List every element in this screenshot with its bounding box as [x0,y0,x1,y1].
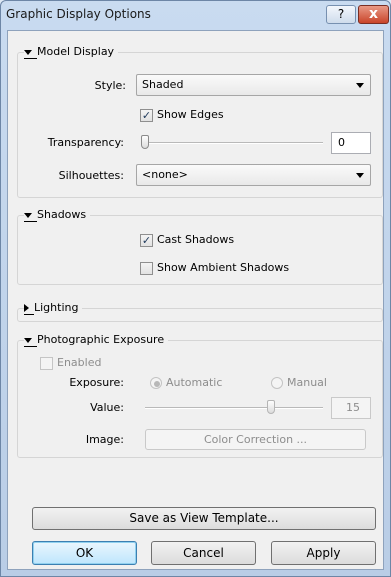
model-display-header[interactable]: Model Display [24,45,119,59]
close-button[interactable]: x [358,5,389,24]
ambient-shadows-label: Show Ambient Shadows [157,261,290,274]
apply-button[interactable]: Apply [271,541,376,565]
ok-button[interactable]: OK [32,541,137,565]
cast-shadows-checkbox[interactable]: ✓ [140,234,153,247]
enabled-checkbox[interactable] [40,357,53,370]
checkmark-icon: ✓ [141,109,152,122]
photographic-exposure-title: Photographic Exposure [37,333,165,346]
close-icon: x [368,6,379,22]
automatic-label: Automatic [166,376,223,389]
chevron-down-icon [356,83,364,88]
shadows-title: Shadows [37,208,87,221]
manual-label: Manual [287,376,327,389]
shadows-group [17,215,383,285]
lighting-title: Lighting [34,301,79,314]
transparency-input[interactable]: 0 [331,132,371,154]
value-label: Value: [90,401,124,414]
value-input[interactable]: 15 [331,397,371,419]
radio-selected-icon [154,381,160,387]
value-slider[interactable] [267,400,275,414]
save-view-template-button[interactable]: Save as View Template... [32,507,376,530]
enabled-label: Enabled [57,356,102,369]
value-track [145,407,323,409]
silhouettes-value: <none> [142,168,188,181]
shadows-header[interactable]: Shadows [24,208,91,222]
transparency-label: Transparency: [47,136,124,149]
exposure-label: Exposure: [69,376,124,389]
help-button[interactable]: ? [326,5,356,24]
silhouettes-dropdown[interactable]: <none> [136,164,371,186]
ambient-shadows-checkbox[interactable] [140,262,153,275]
collapse-triangle-icon [24,212,32,218]
image-label: Image: [85,433,124,446]
window-title: Graphic Display Options [6,7,151,21]
automatic-radio[interactable] [150,377,162,389]
cast-shadows-label: Cast Shadows [157,233,235,246]
help-icon: ? [337,7,345,21]
manual-radio[interactable] [271,377,283,389]
style-label: Style: [94,79,126,92]
photographic-exposure-header[interactable]: Photographic Exposure [24,333,169,347]
checkmark-icon: ✓ [141,234,152,247]
value-text: 15 [346,401,360,414]
transparency-track [145,142,323,144]
chevron-down-icon [356,173,364,178]
expand-triangle-icon [24,304,29,312]
style-value: Shaded [142,78,184,91]
style-dropdown[interactable]: Shaded [136,74,371,96]
lighting-header[interactable]: Lighting [24,301,83,315]
cancel-button[interactable]: Cancel [151,541,256,565]
collapse-triangle-icon [24,49,32,55]
transparency-slider[interactable] [141,135,149,149]
color-correction-button[interactable]: Color Correction ... [145,429,366,450]
show-edges-checkbox[interactable]: ✓ [140,109,153,122]
show-edges-label: Show Edges [157,108,224,121]
silhouettes-label: Silhouettes: [58,169,124,182]
collapse-triangle-icon [24,337,32,343]
model-display-title: Model Display [37,45,115,58]
